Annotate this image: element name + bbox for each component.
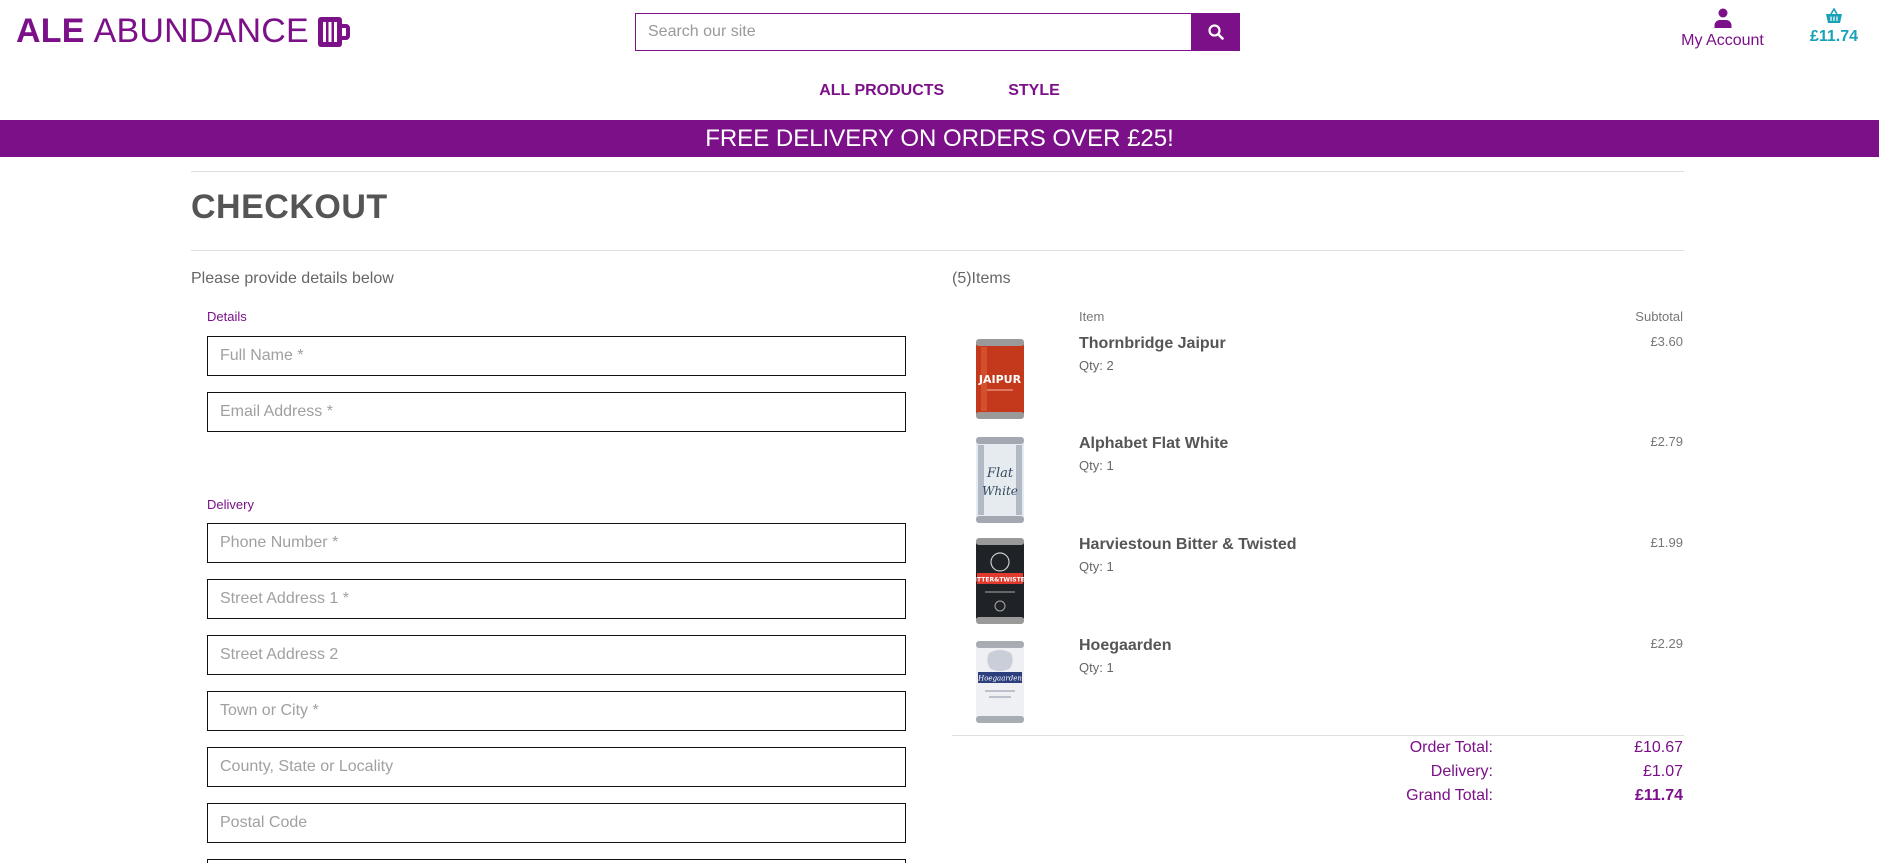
item-name: Harviestoun Bitter & Twisted xyxy=(1079,536,1297,553)
bitter-twisted-can-image: BITTER&TWISTED xyxy=(975,538,1025,624)
postcode-field[interactable] xyxy=(207,803,906,843)
totals-divider xyxy=(952,735,1684,736)
delivery-legend: Delivery xyxy=(207,497,254,512)
checkout-intro: Please provide details below xyxy=(191,270,394,287)
nav-style[interactable]: STYLE xyxy=(1008,82,1060,100)
main-nav: ALL PRODUCTS STYLE xyxy=(0,82,1879,100)
item-subtotal: £2.29 xyxy=(1650,636,1683,651)
item-qty: Qty: 1 xyxy=(1079,559,1114,574)
page-title: CHECKOUT xyxy=(191,188,388,226)
item-qty: Qty: 2 xyxy=(1079,358,1114,373)
flat-white-can-image: Flat White xyxy=(976,437,1024,523)
delivery-value: £1.07 xyxy=(1642,763,1683,780)
item-subtotal: £1.99 xyxy=(1650,535,1683,550)
svg-text:JAIPUR: JAIPUR xyxy=(978,373,1022,386)
my-account-label: My Account xyxy=(1681,32,1764,49)
search-button[interactable] xyxy=(1191,13,1240,51)
town-city-field[interactable] xyxy=(207,691,906,731)
logo-text-bold: ALE xyxy=(16,12,85,50)
item-name: Alphabet Flat White xyxy=(1079,435,1229,452)
item-subtotal: £2.79 xyxy=(1650,434,1683,449)
items-count: (5)Items xyxy=(952,270,1011,287)
svg-text:White: White xyxy=(982,484,1018,498)
delivery-banner: FREE DELIVERY ON ORDERS OVER £25! xyxy=(0,120,1879,157)
item-subtotal: £3.60 xyxy=(1650,334,1683,349)
user-icon xyxy=(1714,8,1731,28)
divider xyxy=(191,171,1684,172)
search-input[interactable] xyxy=(635,13,1191,51)
basket-icon xyxy=(1826,8,1842,23)
order-total-label: Order Total: xyxy=(1409,739,1493,756)
svg-text:Flat: Flat xyxy=(986,466,1014,481)
grand-total-value: £11.74 xyxy=(1634,787,1683,804)
street-address-2-field[interactable] xyxy=(207,635,906,675)
country-field[interactable] xyxy=(207,859,906,863)
svg-text:BITTER&TWISTED: BITTER&TWISTED xyxy=(975,577,1025,584)
item-column-header: Item xyxy=(1079,309,1105,324)
basket-total: £11.74 xyxy=(1809,28,1859,45)
search-bar xyxy=(635,13,1240,51)
full-name-field[interactable] xyxy=(207,336,906,376)
divider xyxy=(191,250,1684,251)
site-logo[interactable]: ALE ABUNDANCE xyxy=(16,12,351,51)
item-name: Thornbridge Jaipur xyxy=(1079,335,1226,352)
logo-text-light: ABUNDANCE xyxy=(93,12,309,50)
beer-mug-icon xyxy=(317,16,350,47)
grand-total-label: Grand Total: xyxy=(1406,787,1493,804)
phone-field[interactable] xyxy=(207,523,906,563)
my-account-link[interactable]: My Account xyxy=(1675,8,1770,50)
county-field[interactable] xyxy=(207,747,906,787)
jaipur-can-image: JAIPUR xyxy=(976,339,1024,419)
email-field[interactable] xyxy=(207,392,906,432)
search-icon xyxy=(1207,24,1224,40)
nav-all-products[interactable]: ALL PRODUCTS xyxy=(819,82,944,100)
basket-link[interactable]: £11.74 xyxy=(1800,8,1868,46)
item-name: Hoegaarden xyxy=(1079,637,1172,654)
item-qty: Qty: 1 xyxy=(1079,660,1114,675)
details-legend: Details xyxy=(207,309,247,324)
subtotal-column-header: Subtotal xyxy=(1635,309,1683,324)
svg-text:Hoegaarden: Hoegaarden xyxy=(977,675,1022,683)
order-total-value: £10.67 xyxy=(1634,739,1683,756)
street-address-1-field[interactable] xyxy=(207,579,906,619)
hoegaarden-can-image: Hoegaarden xyxy=(976,641,1024,723)
item-qty: Qty: 1 xyxy=(1079,458,1114,473)
delivery-label: Delivery: xyxy=(1430,763,1493,780)
